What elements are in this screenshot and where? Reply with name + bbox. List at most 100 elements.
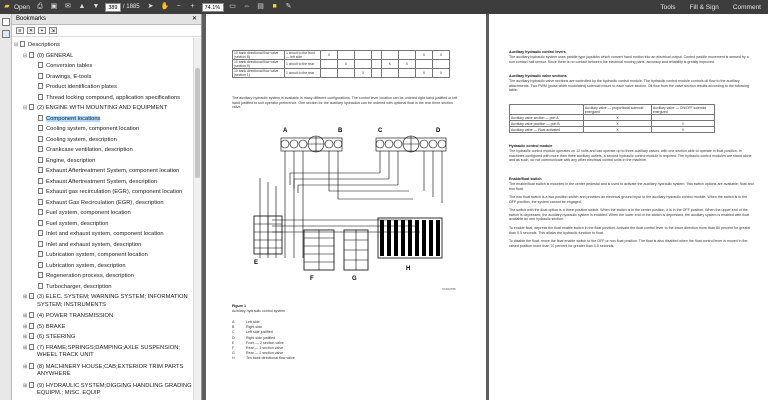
bookmark-item[interactable]: ⊟ (2) ENGINE WITH MOUNTING AND EQUIPMENT [23,104,167,112]
page-number-input[interactable]: 389 [104,2,121,12]
bookmark-icon [38,219,43,226]
bookmark-item[interactable]: Engine, description [32,156,96,165]
paragraph-auxiliary-config: The auxiliary hydraulic system is availa… [232,96,458,110]
bookmark-item[interactable]: Fuel system, component location [32,209,131,217]
bookmark-label-continued[interactable]: EQUIPM.; MISC. EQUIP [37,390,100,397]
bookmarks-panel: Bookmarks ✕ ≡ ✕ + ⇲ ⊟ Descriptions ⊟ (0) GE… [12,14,202,400]
bookmark-item[interactable]: Turbocharger, description [32,282,112,291]
table-cell [354,50,373,60]
print-button[interactable]: ⎙ [33,0,47,14]
bookmark-icon [38,272,43,278]
document-page-left: 10 bank directional flow valve (section … [206,14,486,400]
bookmark-item[interactable]: ⊞ (4) POWER TRANSMISSION [23,312,113,320]
bookmark-item[interactable]: Fuel system, description [32,219,109,228]
close-icon[interactable]: ✕ [192,14,197,25]
bookmark-item[interactable]: Product identification plates [32,83,117,91]
read-mode-button[interactable]: ▤ [254,0,268,14]
bookmark-item[interactable]: Thread locking compound, application spe… [32,93,180,102]
bookmark-label: Exhaust Aftertreatment System, component… [46,168,180,174]
bookmark-label: (0) GENERAL [37,52,74,59]
bookmark-label: (9) HYDRAULIC SYSTEM;DIGGING HANDLING GR… [37,382,192,389]
bookmark-label-continued[interactable]: ANYWHERE [37,371,71,378]
comment-menu[interactable]: Comment [726,4,768,11]
highlight-button[interactable]: ✎ [282,0,296,14]
save-button[interactable]: ▣ [47,0,61,14]
bookmark-item[interactable]: ⊞ (7) FRAME;SPRINGS;DAMPING;AXLE SUSPENSI… [23,343,180,352]
bookmark-item[interactable]: ⊟ Descriptions [14,41,60,49]
table-cell [371,50,382,60]
table-cell: X [414,50,433,60]
bookmarks-icon[interactable] [2,30,10,38]
fill-sign-menu[interactable]: Fill & Sign [683,4,726,11]
page-thumbnails-icon[interactable] [2,18,10,26]
hand-tool[interactable]: ✋ [158,0,172,14]
bookmark-item[interactable]: ⊞ (8) MACHINERY HOUSE;CAB;EXTERIOR TRIM P… [23,362,183,371]
bookmark-icon [29,381,34,388]
bookmark-item[interactable]: Regeneration process, description [32,272,134,280]
tools-menu[interactable]: Tools [653,4,682,11]
bookmark-label: Engine, description [46,157,96,164]
table-cell: X [354,68,373,78]
bookmark-icon [38,146,43,152]
navigation-rail [0,14,12,400]
bookmark-item[interactable]: Cooling system, description [32,135,117,144]
table-cell: X [319,50,339,60]
bookmark-item[interactable]: ⊞ (5) BRAKE [23,322,65,331]
prev-page-button[interactable]: ▲ [75,0,89,14]
bookmark-icon [20,41,25,47]
bookmark-item[interactable]: Exhaust gas recirculation (EGR), compone… [32,188,182,196]
bookmark-item[interactable]: Lubrication system, description [32,261,126,270]
document-viewer[interactable]: 10 bank directional flow valve (section … [202,14,768,400]
bookmark-item[interactable]: Exhaust Gas Recirculation (EGR), descrip… [32,198,164,207]
scrollbar-thumb[interactable] [195,68,200,178]
zoom-out-button[interactable]: − [172,0,186,14]
bookmarks-scrollbar[interactable] [193,38,201,400]
legend-text: Left side justified [246,330,273,335]
comment-note-button[interactable]: ■ [268,0,282,14]
zoom-level-input[interactable]: 74.1% [201,2,224,12]
bookmark-item[interactable]: Lubrication system, component location [32,251,148,259]
print-icon: ⎙ [37,3,43,10]
zoom-in-button[interactable]: + [186,0,200,14]
bookmark-label: (2) ENGINE WITH MOUNTING AND EQUIPMENT [37,105,168,111]
table-header-cell: Auxiliary valve — proportional solenoid … [583,104,652,115]
next-page-button[interactable]: ▼ [89,0,103,14]
paragraph-control-module: The hydraulic control module operates on… [509,149,752,163]
new-bookmark-icon[interactable]: + [38,27,46,34]
bookmark-item[interactable]: Crankcase ventilation, description [32,146,133,154]
heading-control-levers: Auxiliary hydraulic control levers [509,50,566,54]
bookmark-item[interactable]: Exhaust Aftertreatment System, component… [32,167,179,175]
bookmark-item[interactable]: ⊞ (6) STEERING [23,333,75,341]
open-button[interactable]: ▰ Open [0,0,33,14]
bookmark-item[interactable]: Conversion tables [32,62,92,70]
bookmark-item[interactable]: ⊞ (3) ELEC. SYSTEM; WARNING SYSTEM; INFOR… [23,293,188,301]
joystick-group-right [375,135,447,153]
table-cell [380,50,399,60]
bookmark-label-continued[interactable]: SYSTEM; INSTRUMENTS [37,302,106,309]
fit-width-button[interactable]: ⇔ [240,0,254,14]
bookmark-label: Descriptions [28,42,60,48]
bookmark-item[interactable]: Inlet and exhaust system, component loca… [32,230,164,238]
delete-bookmark-icon[interactable]: ✕ [27,27,35,34]
bookmark-item[interactable]: ⊞ (9) HYDRAULIC SYSTEM;DIGGING HANDLING G… [23,381,192,390]
label-F: F [310,276,314,282]
bookmark-label: Lubrication system, component location [46,252,148,258]
bookmark-item[interactable]: Cooling system, component location [32,125,139,133]
bookmark-item[interactable]: Exhaust Aftertreatment System, descripti… [32,177,157,186]
bookmarks-title: Bookmarks [16,16,47,22]
bookmark-item[interactable]: ⊟ (0) GENERAL [23,51,74,60]
select-tool[interactable]: ➤ [144,0,158,14]
bookmark-item[interactable]: Drawings, E-tools [32,72,91,81]
bookmark-tree: ⊟ Descriptions ⊟ (0) GENERAL Conversion tabl… [12,38,194,400]
bookmark-label: (3) ELEC. SYSTEM; WARNING SYSTEM; INFORM… [37,294,188,300]
bookmark-icon [38,240,43,247]
expand-bookmark-icon[interactable]: ⇲ [49,27,57,34]
legend-key: F [232,346,235,350]
bookmark-item[interactable]: Component locations [32,114,101,123]
table-cell: X [414,68,433,78]
bookmark-options-icon[interactable]: ≡ [16,27,24,34]
fit-page-button[interactable]: ▭ [226,0,240,14]
bookmark-label-continued[interactable]: WHEEL TRACK UNIT [37,352,94,359]
email-button[interactable]: ✉ [61,0,75,14]
bookmark-item[interactable]: Inlet and exhaust system, description [32,240,141,249]
